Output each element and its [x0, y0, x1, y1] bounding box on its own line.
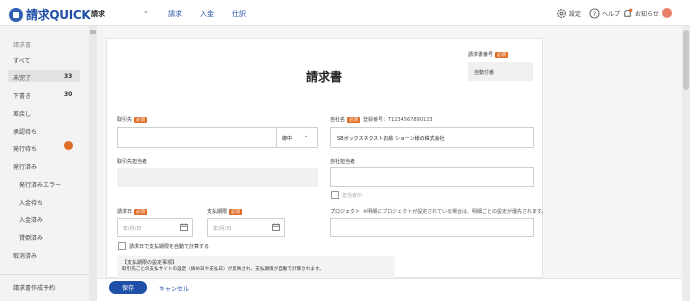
required-badge: 必須: [495, 52, 509, 58]
svg-text:?: ?: [593, 10, 596, 18]
issue-date-label: 請求日 必須: [117, 209, 148, 215]
sidebar-item-cancelled[interactable]: 取消済み: [13, 251, 37, 260]
sidebar-item-returned[interactable]: 差戻し: [13, 109, 31, 118]
notifications-label: お知らせ: [635, 11, 659, 18]
chevron-down-icon[interactable]: ⌄: [304, 133, 308, 139]
sidebar-item-issue-error[interactable]: 発行済みエラー: [19, 180, 61, 189]
sidebar-heading: 請求書: [13, 42, 32, 49]
auto-due-date-label: 請求日で支払期限を自動で計算する: [129, 244, 210, 250]
seal-checkbox[interactable]: [331, 191, 339, 199]
due-date-label: 支払期限 必須: [207, 209, 243, 215]
calendar-icon[interactable]: [180, 223, 188, 231]
sidebar-scrollbar[interactable]: [89, 26, 97, 301]
bell-icon: [624, 8, 633, 17]
invoice-no-value: 自動付番: [474, 70, 495, 76]
page-title: 請求書: [306, 70, 343, 84]
payment-note-title: 【支払期限の設定事項】: [122, 260, 178, 266]
sidebar-item-pending-approval[interactable]: 承認待ち: [13, 127, 37, 136]
nav-journal[interactable]: 仕訳: [232, 9, 246, 19]
customer-contact-label: 取引先担当者: [117, 159, 148, 165]
sidebar-item-incomplete[interactable]: 未完了: [13, 73, 31, 82]
person-field[interactable]: [330, 167, 534, 187]
project-note: ※明細にプロジェクトが設定されている場合は、明細ごとの設定が優先されます。: [363, 209, 547, 215]
honorific-select[interactable]: 御中: [282, 135, 292, 142]
calendar-icon[interactable]: [272, 223, 280, 231]
customer-label: 取引先 必須: [117, 117, 148, 123]
auto-due-date-checkbox[interactable]: [118, 242, 126, 250]
invoice-no-label: 請求書番号 必須: [468, 52, 509, 58]
issue-date-placeholder: 年/月/日: [123, 226, 142, 232]
required-badge: 必須: [347, 117, 361, 123]
page-scroll-thumb[interactable]: [683, 30, 689, 90]
nav-billing[interactable]: 請求: [168, 9, 182, 19]
sidebar-item-paid[interactable]: 入金済み: [19, 215, 43, 224]
draft-count: 30: [64, 91, 73, 98]
sidebar-item-awaiting-payment[interactable]: 入金待ち: [19, 198, 43, 207]
seal-label: 担当者印: [342, 193, 363, 199]
help-label: ヘルプ: [602, 11, 621, 18]
doc-type-select[interactable]: 請求: [91, 9, 105, 19]
person-label: 自社担当者: [330, 159, 356, 165]
notifications-button[interactable]: お知らせ: [622, 8, 659, 19]
settings-label: 設定: [569, 11, 582, 18]
required-badge: 必須: [134, 117, 148, 123]
sidebar-scroll-thumb[interactable]: [90, 30, 96, 34]
sidebar-item-issued[interactable]: 発行済み: [13, 162, 37, 171]
save-button[interactable]: 保存: [109, 281, 147, 294]
sidebar-item-pending-issue[interactable]: 発行待ち: [13, 144, 37, 153]
company-value: SBボックスネクストお絵 ショーン様の株式会社: [337, 136, 445, 142]
help-button[interactable]: ? ヘルプ: [589, 8, 620, 19]
cancel-button[interactable]: キャンセル: [159, 284, 189, 293]
sidebar-item-all[interactable]: すべて: [13, 56, 30, 65]
registration-number: 登録番号：T1234567890123: [363, 117, 433, 123]
nav-payment[interactable]: 入金: [200, 9, 214, 19]
chevron-down-icon[interactable]: ⌄: [143, 7, 149, 15]
required-badge: 必須: [229, 209, 243, 215]
project-label: プロジェクト ※明細にプロジェクトが設定されている場合は、明細ごとの設定が優先され…: [330, 209, 547, 215]
pending-issue-badge: [64, 141, 73, 150]
app-logo[interactable]: 請求QUICK: [9, 6, 91, 23]
company-label: 自社名 必須 登録番号：T1234567890123: [330, 117, 433, 123]
avatar[interactable]: [662, 8, 672, 18]
sidebar-item-draft[interactable]: 下書き: [13, 91, 31, 100]
top-header: 請求QUICK 請求 ⌄ 請求 入金 仕訳 設定 ? ヘルプ お知らせ: [0, 0, 690, 26]
customer-contact-field: [117, 168, 318, 187]
due-date-placeholder: 年/月/日: [213, 226, 232, 232]
logo-icon: [9, 7, 23, 22]
logo-text: 請求QUICK: [26, 8, 91, 22]
required-badge: 必須: [134, 209, 148, 215]
payment-note-body: 取引先ごとの支払サイトの設定（締め日や支払日）が反映され、支払期限が自動で計算さ…: [122, 267, 324, 272]
sidebar-divider: [0, 274, 90, 275]
sidebar-item-scheduled[interactable]: 請求書作成予約: [13, 283, 55, 292]
settings-button[interactable]: 設定: [556, 8, 581, 19]
customer-field-divider: [276, 128, 277, 147]
sidebar-item-bad-debt[interactable]: 貸倒済み: [19, 233, 43, 242]
incomplete-count: 33: [64, 73, 73, 80]
gear-icon: [557, 9, 566, 18]
help-icon: ?: [589, 8, 600, 19]
project-field[interactable]: [330, 218, 534, 237]
